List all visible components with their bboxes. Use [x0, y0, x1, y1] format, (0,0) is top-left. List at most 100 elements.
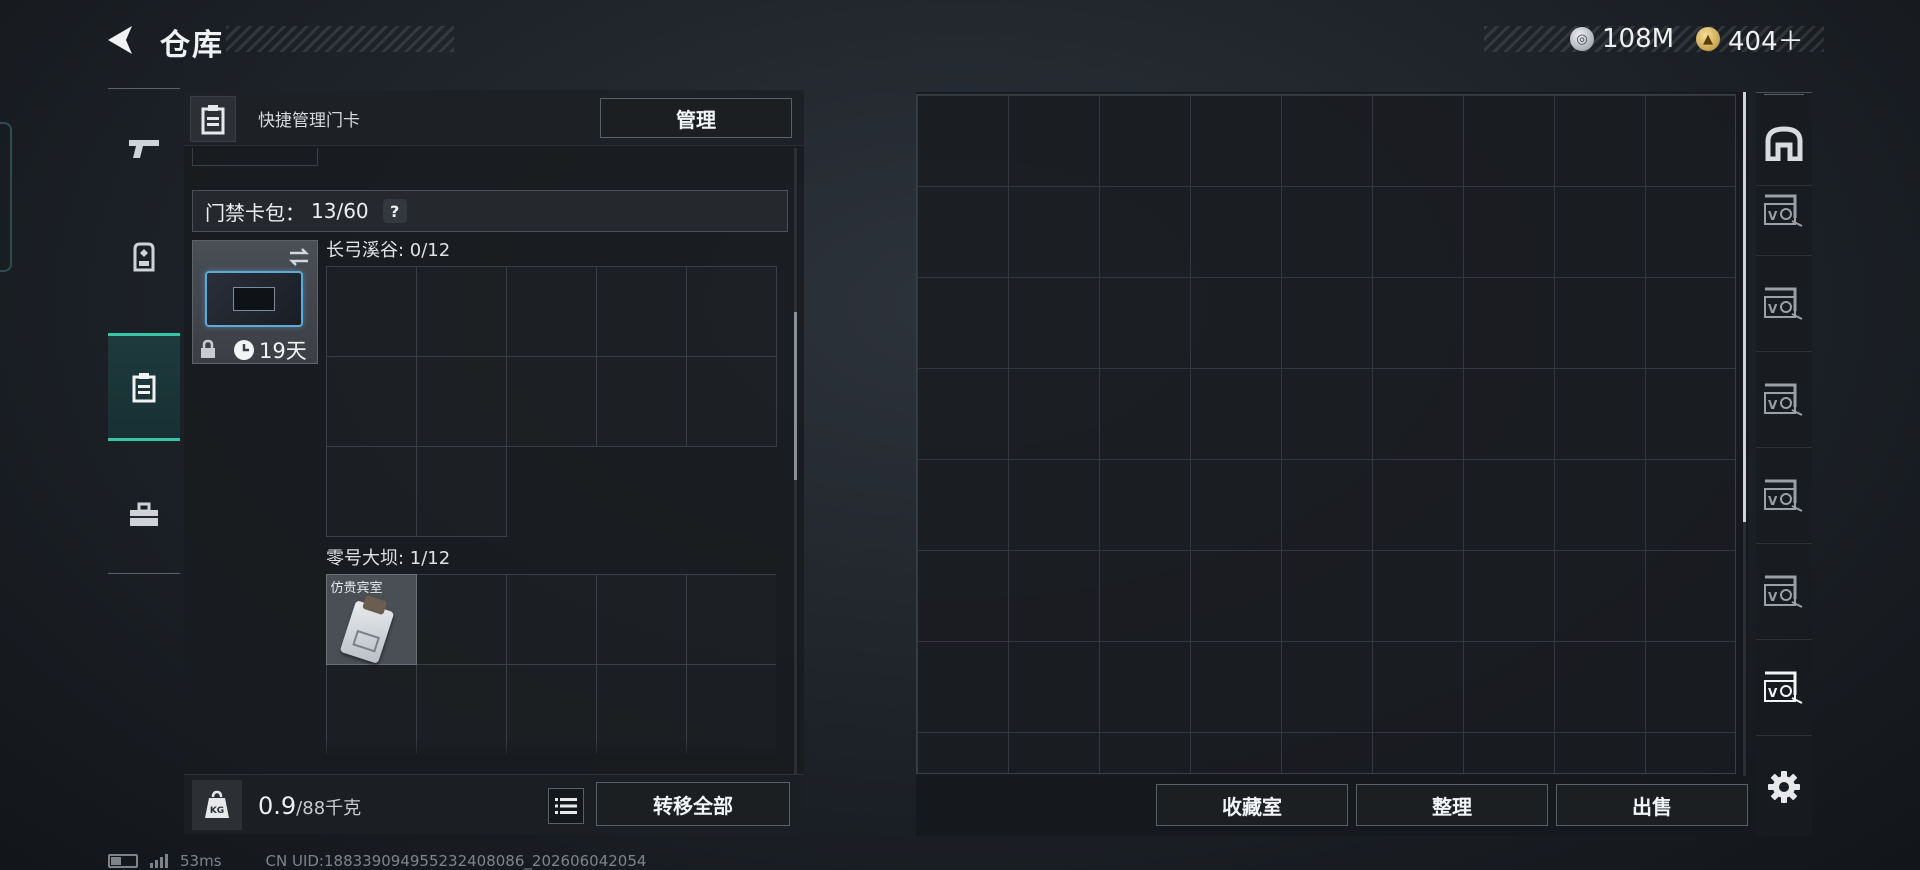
stash-grid-cell[interactable] — [1280, 367, 1373, 460]
grid-cell[interactable] — [685, 574, 776, 665]
grid-cell[interactable] — [595, 265, 687, 357]
stash-grid-cell[interactable] — [1371, 185, 1464, 278]
stash-grid-cell[interactable] — [917, 640, 1009, 733]
back-button[interactable] — [104, 22, 140, 58]
transfer-all-button[interactable]: 转移全部 — [596, 782, 790, 826]
list-view-button[interactable] — [548, 788, 584, 824]
stash-grid-cell[interactable] — [1371, 367, 1464, 460]
grid-cell[interactable] — [505, 574, 597, 665]
stash-grid-cell[interactable] — [1007, 458, 1100, 551]
swap-icon[interactable] — [287, 245, 311, 269]
grid-cell[interactable] — [595, 355, 687, 447]
stash-grid-cell[interactable] — [1462, 731, 1555, 773]
stash-grid-cell[interactable] — [1189, 185, 1282, 278]
grid-cell[interactable] — [415, 265, 507, 357]
category-weapons-button[interactable] — [108, 95, 180, 203]
stash-grid-cell[interactable] — [1553, 276, 1646, 369]
stash-grid-cell[interactable] — [1644, 731, 1735, 773]
stash-grid-cell[interactable] — [1462, 276, 1555, 369]
stash-tab-1[interactable]: V — [1756, 166, 1812, 256]
currency-gold[interactable]: ▲ 404＋ — [1696, 22, 1804, 57]
stash-grid-cell[interactable] — [1371, 276, 1464, 369]
stash-grid-cell[interactable] — [1553, 95, 1646, 187]
stash-grid-cell[interactable] — [917, 185, 1009, 278]
stash-grid-cell[interactable] — [1553, 458, 1646, 551]
manage-button[interactable]: 管理 — [600, 98, 792, 138]
stash-grid-cell[interactable] — [917, 458, 1009, 551]
stash-grid-cell[interactable] — [1644, 367, 1735, 460]
stash-grid-cell[interactable] — [1644, 640, 1735, 733]
keycard-item[interactable]: 19天 — [192, 240, 318, 364]
stash-grid-cell[interactable] — [1189, 276, 1282, 369]
grid-cell[interactable] — [685, 355, 777, 447]
left-edge-handle[interactable] — [0, 122, 12, 272]
stash-grid-cell[interactable] — [1189, 367, 1282, 460]
grid-cell[interactable] — [685, 265, 777, 357]
stash-grid-cell[interactable] — [1280, 185, 1373, 278]
keycard-panel-scroll-thumb[interactable] — [794, 312, 797, 480]
stash-grid-cell[interactable] — [917, 276, 1009, 369]
stash-grid-cell[interactable] — [1644, 95, 1735, 187]
stash-grid-cell[interactable] — [1553, 549, 1646, 642]
stash-grid-cell[interactable] — [1644, 549, 1735, 642]
stash-grid-cell[interactable] — [1098, 185, 1191, 278]
grid-cell[interactable] — [505, 265, 597, 357]
quick-manage-keycard-button[interactable] — [190, 96, 236, 142]
stash-grid-cell[interactable] — [1280, 640, 1373, 733]
stash-grid-cell[interactable] — [1007, 185, 1100, 278]
grid-cell[interactable] — [505, 355, 597, 447]
category-keycards-button[interactable] — [108, 333, 180, 441]
stash-tab-5[interactable]: V — [1756, 544, 1812, 640]
stash-grid-cell[interactable] — [1644, 276, 1735, 369]
category-supplies-button[interactable] — [108, 461, 180, 569]
stash-tab-2[interactable]: V — [1756, 256, 1812, 352]
stash-grid-cell[interactable] — [1007, 276, 1100, 369]
stash-grid-cell[interactable] — [917, 549, 1009, 642]
stash-tab-6-active[interactable]: V — [1756, 640, 1812, 736]
stash-grid-cell[interactable] — [1007, 640, 1100, 733]
stash-scroll-thumb[interactable] — [1743, 92, 1746, 522]
stash-grid-cell[interactable] — [1280, 276, 1373, 369]
stash-grid-cell[interactable] — [917, 95, 1009, 187]
settings-button[interactable] — [1756, 742, 1812, 832]
keycard-slot-item[interactable]: 仿贵宾室 — [326, 574, 417, 665]
stash-grid-cell[interactable] — [1280, 731, 1373, 773]
stash-grid-cell[interactable] — [1098, 276, 1191, 369]
stash-grid-cell[interactable] — [1098, 458, 1191, 551]
organize-button[interactable]: 整理 — [1356, 784, 1548, 826]
stash-tab-4[interactable]: V — [1756, 448, 1812, 544]
stash-grid-cell[interactable] — [1098, 95, 1191, 187]
grid-cell[interactable] — [325, 355, 417, 447]
stash-grid-cell[interactable] — [1462, 640, 1555, 733]
stash-grid-cell[interactable] — [1007, 95, 1100, 187]
category-armor-button[interactable] — [108, 203, 180, 311]
stash-grid-cell[interactable] — [1189, 731, 1282, 773]
stash-grid-cell[interactable] — [1371, 549, 1464, 642]
stash-grid-cell[interactable] — [1189, 640, 1282, 733]
stash-grid-cell[interactable] — [1644, 185, 1735, 278]
stash-grid-cell[interactable] — [1462, 95, 1555, 187]
stash-grid-cell[interactable] — [1553, 185, 1646, 278]
stash-grid-cell[interactable] — [917, 367, 1009, 460]
stash-grid-cell[interactable] — [1371, 731, 1464, 773]
stash-grid-cell[interactable] — [1098, 367, 1191, 460]
grid-cell[interactable] — [325, 445, 417, 537]
stash-grid-cell[interactable] — [917, 731, 1009, 773]
card-bag-help-button[interactable]: ? — [382, 199, 407, 223]
stash-grid-cell[interactable] — [1644, 458, 1735, 551]
grid-cell[interactable] — [325, 265, 417, 357]
stash-grid-cell[interactable] — [1189, 549, 1282, 642]
stash-grid-cell[interactable] — [1007, 731, 1100, 773]
stash-grid-cell[interactable] — [1462, 458, 1555, 551]
collection-room-button[interactable]: 收藏室 — [1156, 784, 1348, 826]
stash-grid-cell[interactable] — [1098, 640, 1191, 733]
stash-grid-cell[interactable] — [1007, 549, 1100, 642]
grid-cell[interactable] — [595, 574, 687, 665]
stash-grid-cell[interactable] — [1462, 367, 1555, 460]
stash-grid-cell[interactable] — [1189, 95, 1282, 187]
stash-tab-3[interactable]: V — [1756, 352, 1812, 448]
stash-grid-cell[interactable] — [1098, 731, 1191, 773]
stash-grid-cell[interactable] — [1553, 640, 1646, 733]
stash-grid-cell[interactable] — [1371, 95, 1464, 187]
grid-cell[interactable] — [415, 574, 507, 665]
